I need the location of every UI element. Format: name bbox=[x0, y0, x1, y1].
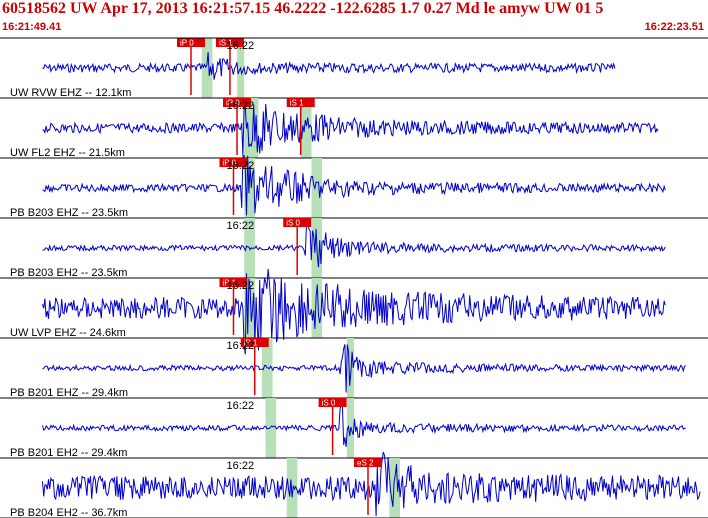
pick-label: iS 0 bbox=[322, 399, 336, 408]
pick-label: eS 2 bbox=[357, 459, 374, 468]
waveform-trace bbox=[42, 154, 666, 216]
time-label: 16:22 bbox=[227, 280, 255, 292]
trace-panel: iP 116:22PB B201 EHZ -- 29.4km bbox=[0, 338, 708, 399]
station-label: PB B203 EH2 -- 23.5km bbox=[10, 267, 127, 279]
station-label: PB B201 EHZ -- 29.4km bbox=[10, 387, 128, 399]
station-label: UW RVW EHZ -- 12.1km bbox=[10, 87, 131, 99]
trace-panel: iP 0 iS 116:22UW RVW EHZ -- 12.1km bbox=[0, 38, 708, 99]
waveform-trace bbox=[42, 402, 686, 447]
time-label: 16:22 bbox=[227, 460, 255, 472]
time-label: 16:22 bbox=[227, 160, 255, 172]
pick-label: iS 1 bbox=[290, 99, 304, 108]
pick-window-band bbox=[265, 398, 277, 458]
station-label: PB B203 EHZ -- 23.5km bbox=[10, 207, 128, 219]
event-title: 60518562 UW Apr 17, 2013 16:21:57.15 46.… bbox=[2, 0, 604, 17]
time-label: 16:22 bbox=[227, 340, 255, 352]
waveform-trace bbox=[42, 51, 616, 80]
waveform-trace bbox=[42, 344, 687, 393]
trace-panel: iP 0 iS 116:22UW FL2 EHZ -- 21.5km bbox=[0, 98, 708, 159]
time-label: 16:22 bbox=[227, 220, 255, 232]
trace-panel: eS 2 16:22 PB B204 EH2 -- 36.7km bbox=[0, 451, 708, 518]
trace-panel: iS 0 16:22 PB B201 EH2 -- 29.4km bbox=[0, 398, 708, 459]
waveform-trace bbox=[42, 103, 659, 157]
seismogram-plot: iP 0 iS 116:22UW RVW EHZ -- 12.1kmiP 0 iS … bbox=[0, 37, 708, 518]
time-label: 16:22 bbox=[227, 400, 255, 412]
pick-label: iS 0 bbox=[286, 219, 300, 228]
time-label: 16:22 bbox=[227, 40, 255, 52]
trace-panel: iS 0 16:22 PB B203 EH2 -- 23.5km bbox=[0, 218, 708, 279]
pick-label: iP 0 bbox=[180, 39, 194, 48]
station-label: PB B201 EH2 -- 29.4km bbox=[10, 447, 127, 459]
waveform-trace bbox=[42, 220, 666, 268]
start-time: 16:21:49.41 bbox=[2, 21, 62, 33]
station-label: UW LVP EHZ -- 24.6km bbox=[10, 327, 126, 339]
station-label: UW FL2 EHZ -- 21.5km bbox=[10, 147, 125, 159]
trace-panel: iP 016:22PB B203 EHZ -- 23.5km bbox=[0, 154, 708, 219]
station-label: PB B204 EH2 -- 36.7km bbox=[10, 507, 127, 518]
time-label: 16:22 bbox=[227, 100, 255, 112]
end-time: 16:22:23.51 bbox=[644, 21, 704, 33]
header: 60518562 UW Apr 17, 2013 16:21:57.15 46.… bbox=[0, 0, 708, 36]
